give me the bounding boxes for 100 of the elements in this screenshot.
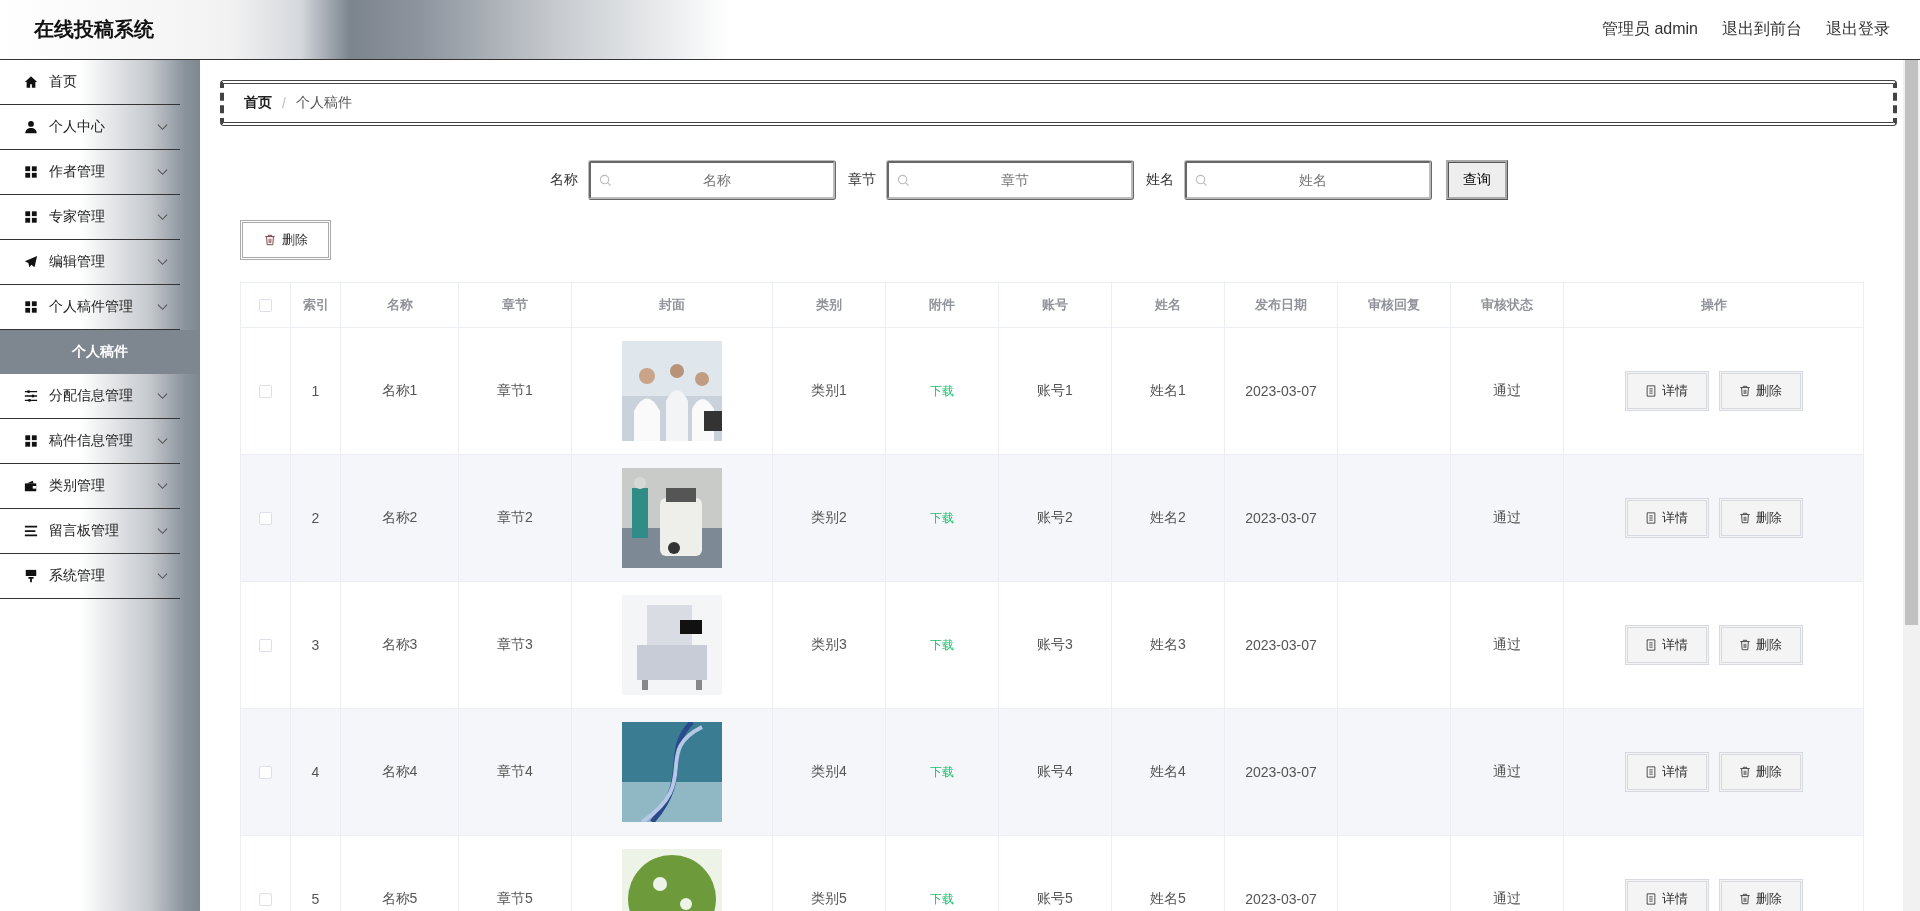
delete-button[interactable]: 删除 [1718,879,1803,911]
details-button[interactable]: 详情 [1624,371,1709,411]
breadcrumb-item: 个人稿件 [295,94,352,112]
table-cell: 名称5 [381,890,418,908]
trash-icon [263,234,276,246]
column-header: 名称 [386,296,413,314]
chevron-down-icon [157,527,168,535]
column-header: 操作 [1700,296,1727,314]
checkbox[interactable] [259,765,272,779]
checkbox[interactable] [259,384,272,398]
header-link[interactable]: 退出到前台 [1722,19,1802,40]
details-button[interactable]: 详情 [1624,752,1709,792]
chevron-down-icon [157,168,168,176]
search-field[interactable]: 名称 [587,160,836,200]
table-cell: 账号3 [1037,636,1073,654]
search-field[interactable]: 姓名 [1183,160,1432,200]
search-icon [598,174,612,187]
submenu-item[interactable]: 个人稿件 [0,330,200,374]
app-title: 在线投稿系统 [34,17,154,42]
trash-icon [1739,766,1751,778]
table-cell: 账号4 [1037,763,1073,781]
table-cell: 名称2 [381,509,418,527]
menu-item[interactable]: 系统管理 [0,554,180,599]
table-cell: 1 [311,383,320,399]
document-icon [1645,766,1657,778]
table-cell: 4 [311,764,320,780]
chevron-down-icon [157,123,168,131]
table-cell: 2023-03-07 [1245,891,1317,907]
table-cell: 章节4 [497,763,533,781]
menu-item[interactable]: 类别管理 [0,464,180,509]
table-cell: 5 [311,891,320,907]
search-button[interactable]: 查询 [1445,160,1508,200]
column-header: 审核回复 [1368,296,1420,314]
user-label: 管理员 admin [1601,19,1698,39]
trash-icon [1739,893,1751,905]
document-icon [1645,893,1657,905]
search-icon [1194,174,1208,187]
table-cell: 姓名1 [1150,382,1186,400]
table-cell: 类别2 [811,509,847,527]
chevron-down-icon [157,392,168,400]
menu-item[interactable]: 分配信息管理 [0,374,180,419]
table-cell: 类别5 [811,890,847,908]
details-button[interactable]: 详情 [1624,625,1709,665]
menu-item[interactable]: 作者管理 [0,150,180,195]
trash-icon [1739,385,1751,397]
table-cell: 通过 [1493,763,1521,781]
grid-icon [24,300,38,314]
field-label: 名称 [549,171,578,189]
table-cell: 2023-03-07 [1245,637,1317,653]
breadcrumb-item[interactable]: 首页 [244,94,272,112]
chevron-down-icon [157,213,168,221]
column-header: 索引 [302,296,329,314]
details-button[interactable]: 详情 [1624,498,1709,538]
grid-icon [24,165,38,179]
column-header: 发布日期 [1255,296,1307,314]
trash-icon [1739,512,1751,524]
details-button[interactable]: 详情 [1624,879,1709,911]
header-link[interactable]: 退出登录 [1826,19,1890,40]
menu-item[interactable]: 编辑管理 [0,240,180,285]
checkbox[interactable] [259,892,272,906]
table-cell: 名称4 [381,763,418,781]
table-cell: 2 [311,510,320,526]
breadcrumb-separator: / [282,95,286,111]
trash-icon [1739,639,1751,651]
chevron-down-icon [157,572,168,580]
menu-item[interactable]: 稿件信息管理 [0,419,180,464]
delete-button[interactable]: 删除 [1718,625,1803,665]
checkbox[interactable] [259,638,272,652]
table-cell: 类别1 [811,382,847,400]
table-cell: 章节5 [497,890,533,908]
checkbox[interactable] [259,511,272,525]
menu-item[interactable]: 首页 [0,60,180,105]
wallet-icon [24,479,38,493]
user-icon [24,120,38,134]
delete-button[interactable]: 删除 [1718,498,1803,538]
document-icon [1645,512,1657,524]
table-cell: 通过 [1493,890,1521,908]
chevron-down-icon [157,303,168,311]
table-cell: 账号5 [1037,890,1073,908]
table-cell: 章节2 [497,509,533,527]
field-label: 章节 [847,171,876,189]
table-cell: 通过 [1493,382,1521,400]
delete-button[interactable]: 删除 [1718,752,1803,792]
scrollbar[interactable] [1903,60,1920,911]
stamp-icon [24,569,38,583]
menu-item[interactable]: 留言板管理 [0,509,180,554]
menu-item[interactable]: 个人中心 [0,105,180,150]
delete-button[interactable]: 删除 [1718,371,1803,411]
table-cell: 章节1 [497,382,533,400]
search-field[interactable]: 章节 [885,160,1134,200]
column-header: 封面 [659,296,685,314]
delete-button[interactable]: 删除 [240,220,331,260]
table-cell: 通过 [1493,509,1521,527]
menu-item[interactable]: 专家管理 [0,195,180,240]
checkbox[interactable] [259,298,272,312]
document-icon [1645,385,1657,397]
table-cell: 2023-03-07 [1245,383,1317,399]
table-cell: 姓名2 [1150,509,1186,527]
column-header: 账号 [1042,296,1068,314]
grid-icon [24,210,38,224]
